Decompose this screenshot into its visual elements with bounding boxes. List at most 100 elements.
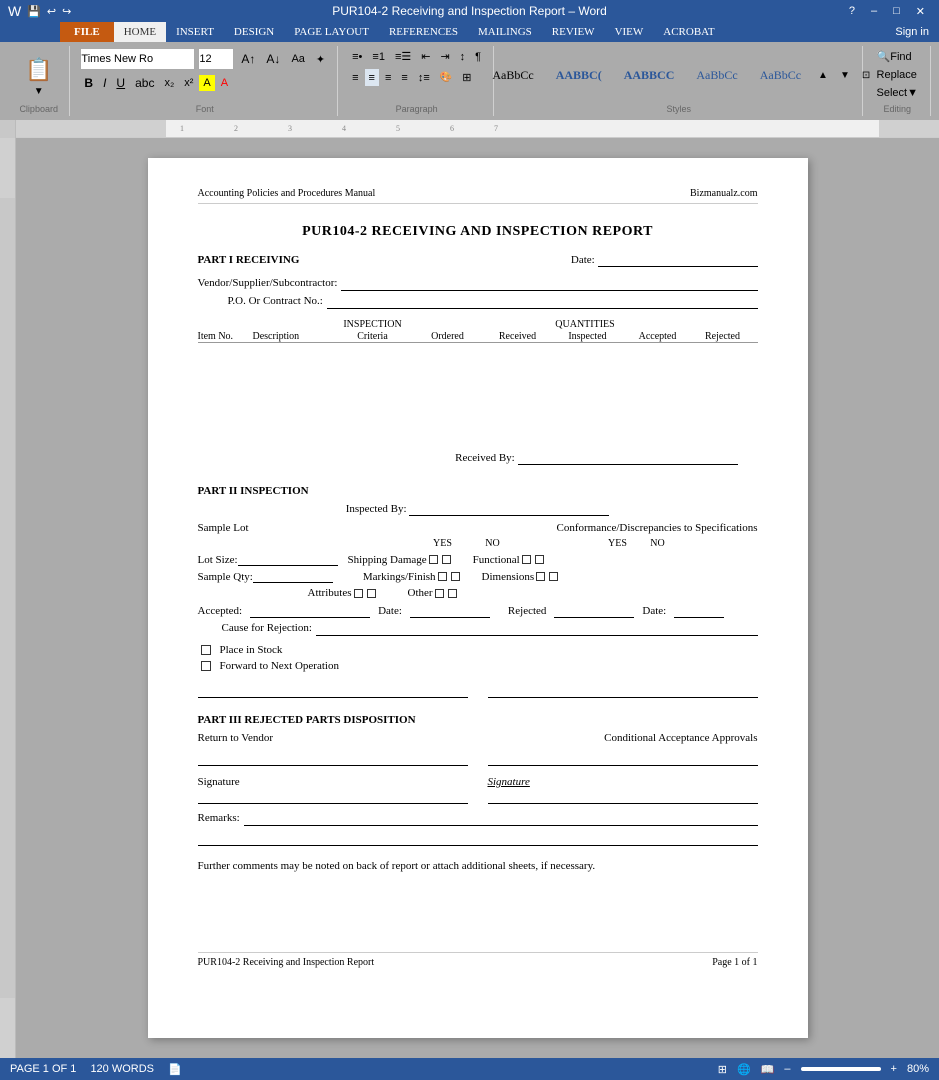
zoom-slider[interactable] bbox=[801, 1067, 881, 1071]
title-bar: W 💾 ↩ ↪ PUR104-2 Receiving and Inspectio… bbox=[0, 0, 939, 22]
other-yes-check[interactable] bbox=[435, 589, 444, 598]
sort-btn[interactable]: ↕ bbox=[456, 48, 470, 65]
bold-btn[interactable]: B bbox=[80, 74, 97, 92]
strikethrough-btn[interactable]: abc bbox=[131, 74, 158, 92]
style-heading4[interactable]: AaBbCc bbox=[751, 63, 810, 88]
minimize-btn[interactable]: – bbox=[865, 5, 883, 18]
dimensions-yes-check[interactable] bbox=[536, 572, 545, 581]
table-area: INSPECTION QUANTITIES Item No. Descripti… bbox=[198, 319, 758, 422]
accepted-date-field bbox=[410, 605, 490, 618]
dimensions-no-check[interactable] bbox=[549, 572, 558, 581]
quick-access-redo[interactable]: ↪ bbox=[62, 5, 71, 18]
lot-size-field bbox=[238, 553, 338, 566]
ribbon-group-paragraph: ≡• ≡1 ≡☰ ⇤ ⇥ ↕ ¶ ≡ ≡ ≡ ≡ ↕≡ 🎨 ⊞ Paragrap… bbox=[340, 46, 494, 116]
bullets-btn[interactable]: ≡• bbox=[348, 48, 366, 65]
markings-no-check[interactable] bbox=[451, 572, 460, 581]
paste-button[interactable]: 📋 bbox=[16, 54, 61, 86]
tab-review[interactable]: REVIEW bbox=[542, 22, 605, 42]
quick-access-undo[interactable]: ↩ bbox=[47, 5, 56, 18]
border-btn[interactable]: ⊞ bbox=[458, 69, 475, 86]
further-note: Further comments may be noted on back of… bbox=[198, 860, 758, 872]
tab-mailings[interactable]: MAILINGS bbox=[468, 22, 542, 42]
clear-formatting-btn[interactable]: ✦ bbox=[312, 51, 329, 68]
select-btn[interactable]: Select ▼ bbox=[873, 85, 922, 101]
functional-yes-check[interactable] bbox=[522, 555, 531, 564]
superscript-btn[interactable]: x² bbox=[180, 75, 197, 91]
inspected-by-line: Inspected By: bbox=[198, 503, 758, 516]
zoom-out-btn[interactable]: – bbox=[784, 1063, 790, 1075]
editing-label: Editing bbox=[884, 102, 912, 114]
date-field bbox=[598, 254, 758, 267]
text-highlight-btn[interactable]: A bbox=[199, 75, 214, 91]
tab-acrobat[interactable]: ACROBAT bbox=[653, 22, 724, 42]
close-btn[interactable]: ✕ bbox=[910, 5, 931, 18]
view-print[interactable]: ⊞ bbox=[718, 1063, 727, 1076]
date-row: Date: bbox=[571, 254, 758, 267]
styles-scroll-down[interactable]: ▼ bbox=[836, 68, 854, 83]
shrink-font-btn[interactable]: A↓ bbox=[262, 50, 284, 68]
part3-header: Return to Vendor Conditional Acceptance … bbox=[198, 732, 758, 744]
decrease-indent-btn[interactable]: ⇤ bbox=[417, 48, 434, 65]
font-color-btn[interactable]: A bbox=[217, 75, 232, 91]
table-rows bbox=[198, 342, 758, 422]
sample-qty-field bbox=[253, 570, 333, 583]
zoom-in-btn[interactable]: + bbox=[891, 1063, 897, 1075]
italic-btn[interactable]: I bbox=[99, 74, 110, 92]
footer-left: PUR104-2 Receiving and Inspection Report bbox=[198, 957, 375, 968]
tab-file[interactable]: FILE bbox=[60, 22, 114, 42]
multilevel-btn[interactable]: ≡☰ bbox=[391, 48, 415, 65]
font-size-input[interactable] bbox=[198, 48, 234, 70]
markings-yes-check[interactable] bbox=[438, 572, 447, 581]
ordered-label: Ordered bbox=[413, 331, 483, 342]
place-in-stock-check[interactable] bbox=[201, 645, 211, 655]
other-no-check[interactable] bbox=[448, 589, 457, 598]
ribbon-group-styles: AaBbCc AABBC( AABBCC AaBbCc AaBbCc ▲ ▼ ⊡… bbox=[496, 46, 862, 116]
sign-in[interactable]: Sign in bbox=[885, 22, 939, 42]
help-btn[interactable]: ? bbox=[843, 5, 861, 18]
style-heading3[interactable]: AaBbCc bbox=[687, 63, 746, 88]
subscript-btn[interactable]: x₂ bbox=[160, 75, 178, 91]
align-center-btn[interactable]: ≡ bbox=[365, 69, 379, 86]
shipping-yes-check[interactable] bbox=[429, 555, 438, 564]
underline-btn[interactable]: U bbox=[112, 74, 129, 92]
maximize-btn[interactable]: □ bbox=[887, 5, 906, 18]
replace-btn[interactable]: Replace bbox=[873, 67, 922, 83]
accepted-rejected-row: Accepted: Date: Rejected Date: bbox=[198, 605, 758, 618]
view-read[interactable]: 📖 bbox=[761, 1063, 775, 1076]
shading-btn[interactable]: 🎨 bbox=[436, 69, 456, 86]
left-margin-ruler bbox=[0, 120, 16, 138]
align-left-btn[interactable]: ≡ bbox=[348, 69, 362, 86]
grow-font-btn[interactable]: A↑ bbox=[237, 50, 259, 68]
quick-access-save[interactable]: 💾 bbox=[27, 5, 41, 18]
attributes-no-check[interactable] bbox=[367, 589, 376, 598]
attributes-yes-check[interactable] bbox=[354, 589, 363, 598]
tab-view[interactable]: VIEW bbox=[605, 22, 654, 42]
style-heading2[interactable]: AABBCC bbox=[615, 63, 684, 88]
tab-references[interactable]: REFERENCES bbox=[379, 22, 468, 42]
functional-no-check[interactable] bbox=[535, 555, 544, 564]
line-spacing-btn[interactable]: ↕≡ bbox=[414, 69, 434, 86]
font-name-input[interactable] bbox=[80, 48, 195, 70]
view-web[interactable]: 🌐 bbox=[737, 1063, 751, 1076]
align-right-btn[interactable]: ≡ bbox=[381, 69, 395, 86]
numbering-btn[interactable]: ≡1 bbox=[368, 48, 389, 65]
style-heading1[interactable]: AABBC( bbox=[547, 63, 611, 88]
increase-indent-btn[interactable]: ⇥ bbox=[436, 48, 453, 65]
shipping-no-check[interactable] bbox=[442, 555, 451, 564]
tab-design[interactable]: DESIGN bbox=[224, 22, 284, 42]
tab-insert[interactable]: INSERT bbox=[166, 22, 224, 42]
find-btn[interactable]: 🔍 Find bbox=[873, 48, 922, 65]
tab-pagelayout[interactable]: PAGE LAYOUT bbox=[284, 22, 379, 42]
styles-scroll-up[interactable]: ▲ bbox=[814, 68, 832, 83]
paste-dropdown[interactable]: ▼ bbox=[34, 86, 44, 97]
forward-check[interactable] bbox=[201, 661, 211, 671]
sig-right: Signature bbox=[488, 776, 758, 804]
tab-home[interactable]: HOME bbox=[114, 22, 166, 42]
layout-icon[interactable]: 📄 bbox=[168, 1063, 182, 1076]
change-case-btn[interactable]: Aa bbox=[287, 51, 308, 67]
received-by-field bbox=[518, 452, 738, 465]
quantities-label: QUANTITIES bbox=[413, 319, 758, 330]
justify-btn[interactable]: ≡ bbox=[397, 69, 411, 86]
styles-label: Styles bbox=[667, 102, 692, 114]
style-normal[interactable]: AaBbCc bbox=[483, 63, 542, 88]
